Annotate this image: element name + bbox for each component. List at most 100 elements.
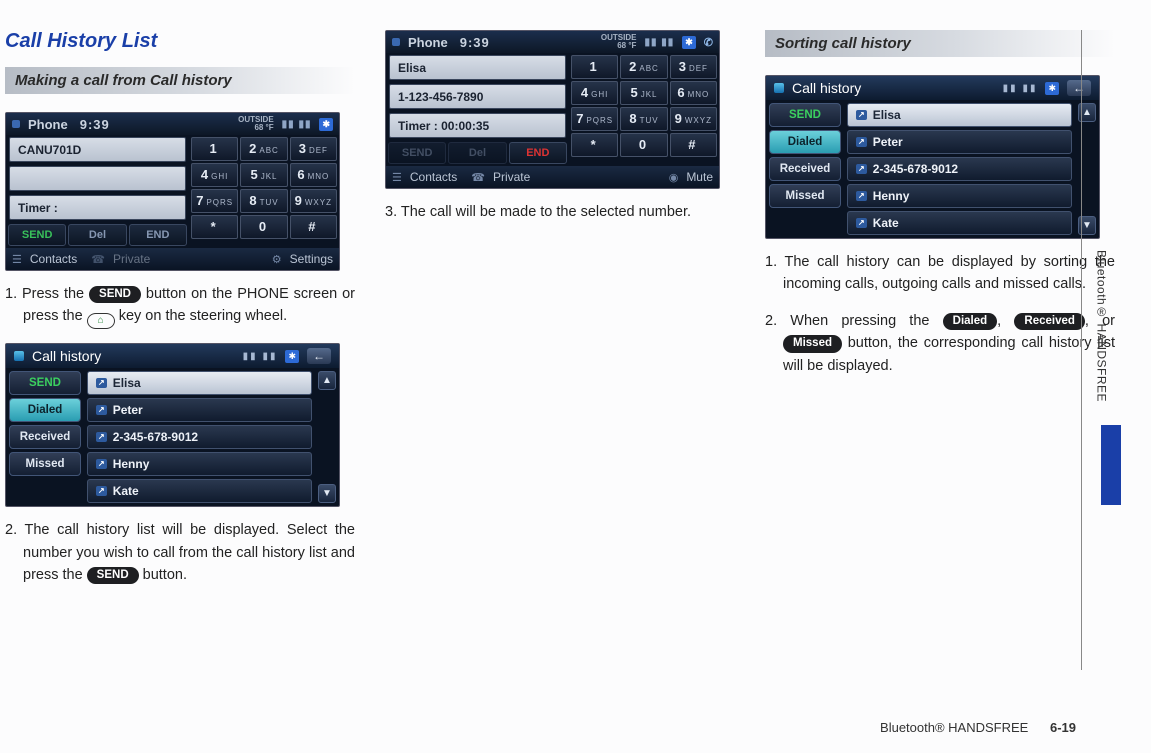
ch2-tab-dialed[interactable]: Dialed [769, 130, 841, 154]
ch2-tab-received[interactable]: Received [769, 157, 841, 181]
dialed-icon: ↗ [96, 486, 107, 496]
footer-section: Bluetooth® HANDSFREE [880, 720, 1028, 735]
bluetooth-icon: ✱ [285, 350, 299, 363]
call-active-icon: ✆ [704, 36, 713, 49]
phone1-dialpad[interactable]: 1 2ABC 3DEF 4GHI 5JKL 6MNO 7PQRS 8TUV 9W… [189, 135, 339, 241]
dialed-icon: ↗ [96, 459, 107, 469]
thumbtack-icon [14, 351, 24, 361]
phone1-settings-button[interactable]: ⚙Settings [272, 252, 333, 266]
phone1-app-label: Phone [28, 117, 68, 132]
signal-icon: ▮▮ ▮▮ [243, 351, 278, 362]
thumbtack-icon [774, 83, 784, 93]
phone2-temp: OUTSIDE 68 °F [601, 34, 637, 50]
page-title: Call History List [5, 30, 355, 53]
received-pill: Received [1014, 313, 1085, 330]
sort-step-2: 2. When pressing the Dialed, Received, o… [765, 310, 1115, 377]
list-item[interactable]: ↗Kate [847, 211, 1072, 235]
missed-pill: Missed [783, 335, 842, 352]
thumbtack-icon [392, 38, 400, 46]
scroll-down-button[interactable]: ▼ [318, 484, 336, 503]
ch2-tab-send[interactable]: SEND [769, 103, 841, 127]
call-key-icon: ⌂ [87, 313, 115, 329]
ch1-tab-missed[interactable]: Missed [9, 452, 81, 476]
ch2-title: Call history [792, 80, 861, 96]
step-2-text: 2. The call history list will be display… [5, 519, 355, 586]
phone1-timer-row: Timer : [9, 195, 186, 220]
dialed-icon: ↗ [96, 378, 107, 388]
section-heading-making-call: Making a call from Call history [5, 67, 355, 94]
send-pill: SEND [87, 567, 139, 584]
mute-icon: ◉ [669, 171, 679, 184]
phone2-input-row[interactable]: Elisa [389, 55, 566, 80]
phone1-input-row[interactable]: CANU701D [9, 137, 186, 162]
phone2-end-button[interactable]: END [509, 142, 567, 164]
phone1-del-button[interactable]: Del [68, 224, 126, 246]
signal-icon: ▮▮ ▮▮ [644, 37, 674, 48]
dialed-icon: ↗ [856, 137, 867, 147]
list-item[interactable]: ↗Elisa [847, 103, 1072, 127]
back-button[interactable]: ← [307, 348, 331, 364]
scroll-up-button[interactable]: ▲ [318, 371, 336, 390]
side-tab-marker [1101, 425, 1121, 505]
phone2-send-button[interactable]: SEND [388, 142, 446, 164]
sort-step-1: 1. The call history can be displayed by … [765, 251, 1115, 296]
phone1-header: Phone 9:39 OUTSIDE 68 °F ▮▮ ▮▮ ✱ [6, 113, 339, 135]
signal-icon: ▮▮ ▮▮ [282, 119, 312, 130]
phone2-app-label: Phone [408, 35, 448, 50]
phone-icon: ☎ [91, 253, 105, 266]
send-pill: SEND [89, 286, 141, 303]
phone2-timer-row: Timer : 00:00:35 [389, 113, 566, 138]
phone1-time: 9:39 [80, 117, 110, 132]
figure-phone-screen-2: Phone 9:39 OUTSIDE 68 °F ▮▮ ▮▮ ✱ ✆ Elisa… [385, 30, 720, 189]
phone1-end-button[interactable]: END [129, 224, 187, 246]
phone1-private-button[interactable]: ☎Private [91, 252, 150, 266]
bluetooth-icon: ✱ [682, 36, 696, 49]
phone2-time: 9:39 [460, 35, 490, 50]
list-item[interactable]: ↗Elisa [87, 371, 312, 395]
list-icon: ☰ [12, 253, 22, 266]
list-item[interactable]: ↗2-345-678-9012 [87, 425, 312, 449]
figure-call-history-2: Call history ▮▮ ▮▮ ✱ ← SEND Dialed Recei… [765, 75, 1100, 239]
ch1-tab-dialed[interactable]: Dialed [9, 398, 81, 422]
list-item[interactable]: ↗Peter [87, 398, 312, 422]
side-tab: Bluetooth® HANDSFREE [1081, 30, 1121, 670]
ch2-tab-missed[interactable]: Missed [769, 184, 841, 208]
footer-page-number: 6-19 [1050, 720, 1076, 735]
figure-call-history-1: Call history ▮▮ ▮▮ ✱ ← SEND Dialed Recei… [5, 343, 340, 507]
bluetooth-icon: ✱ [319, 118, 333, 131]
gear-icon: ⚙ [272, 253, 282, 266]
ch1-title: Call history [32, 348, 101, 364]
phone1-number-row[interactable] [9, 166, 186, 191]
bluetooth-icon: ✱ [1045, 82, 1059, 95]
page-footer: Bluetooth® HANDSFREE 6-19 [880, 720, 1076, 735]
dialed-icon: ↗ [96, 432, 107, 442]
ch1-tab-send[interactable]: SEND [9, 371, 81, 395]
ch1-tab-received[interactable]: Received [9, 425, 81, 449]
phone2-number-row[interactable]: 1-123-456-7890 [389, 84, 566, 109]
phone2-contacts-button[interactable]: ☰Contacts [392, 170, 457, 184]
list-item[interactable]: ↗Peter [847, 130, 1072, 154]
list-item[interactable]: ↗Kate [87, 479, 312, 503]
dialed-icon: ↗ [856, 218, 867, 228]
section-heading-sorting: Sorting call history [765, 30, 1115, 57]
phone1-contacts-button[interactable]: ☰Contacts [12, 252, 77, 266]
phone-icon: ☎ [471, 171, 485, 184]
dialed-icon: ↗ [856, 164, 867, 174]
signal-icon: ▮▮ ▮▮ [1003, 83, 1038, 94]
phone1-temp: OUTSIDE 68 °F [238, 116, 274, 132]
phone2-dialpad[interactable]: 1 2ABC 3DEF 4GHI 5JKL 6MNO 7PQRS 8TUV 9W… [569, 53, 719, 159]
list-item[interactable]: ↗2-345-678-9012 [847, 157, 1072, 181]
list-icon: ☰ [392, 171, 402, 184]
phone2-mute-button[interactable]: ◉Mute [669, 170, 713, 184]
dialed-pill: Dialed [943, 313, 998, 330]
step-3-text: 3. The call will be made to the selected… [385, 201, 735, 223]
figure-phone-screen-1: Phone 9:39 OUTSIDE 68 °F ▮▮ ▮▮ ✱ CANU701… [5, 112, 340, 271]
side-tab-label: Bluetooth® HANDSFREE [1095, 250, 1109, 402]
list-item[interactable]: ↗Henny [847, 184, 1072, 208]
phone2-private-button[interactable]: ☎Private [471, 170, 530, 184]
dialed-icon: ↗ [96, 405, 107, 415]
list-item[interactable]: ↗Henny [87, 452, 312, 476]
phone2-del-button[interactable]: Del [448, 142, 506, 164]
phone1-send-button[interactable]: SEND [8, 224, 66, 246]
dialed-icon: ↗ [856, 110, 867, 120]
